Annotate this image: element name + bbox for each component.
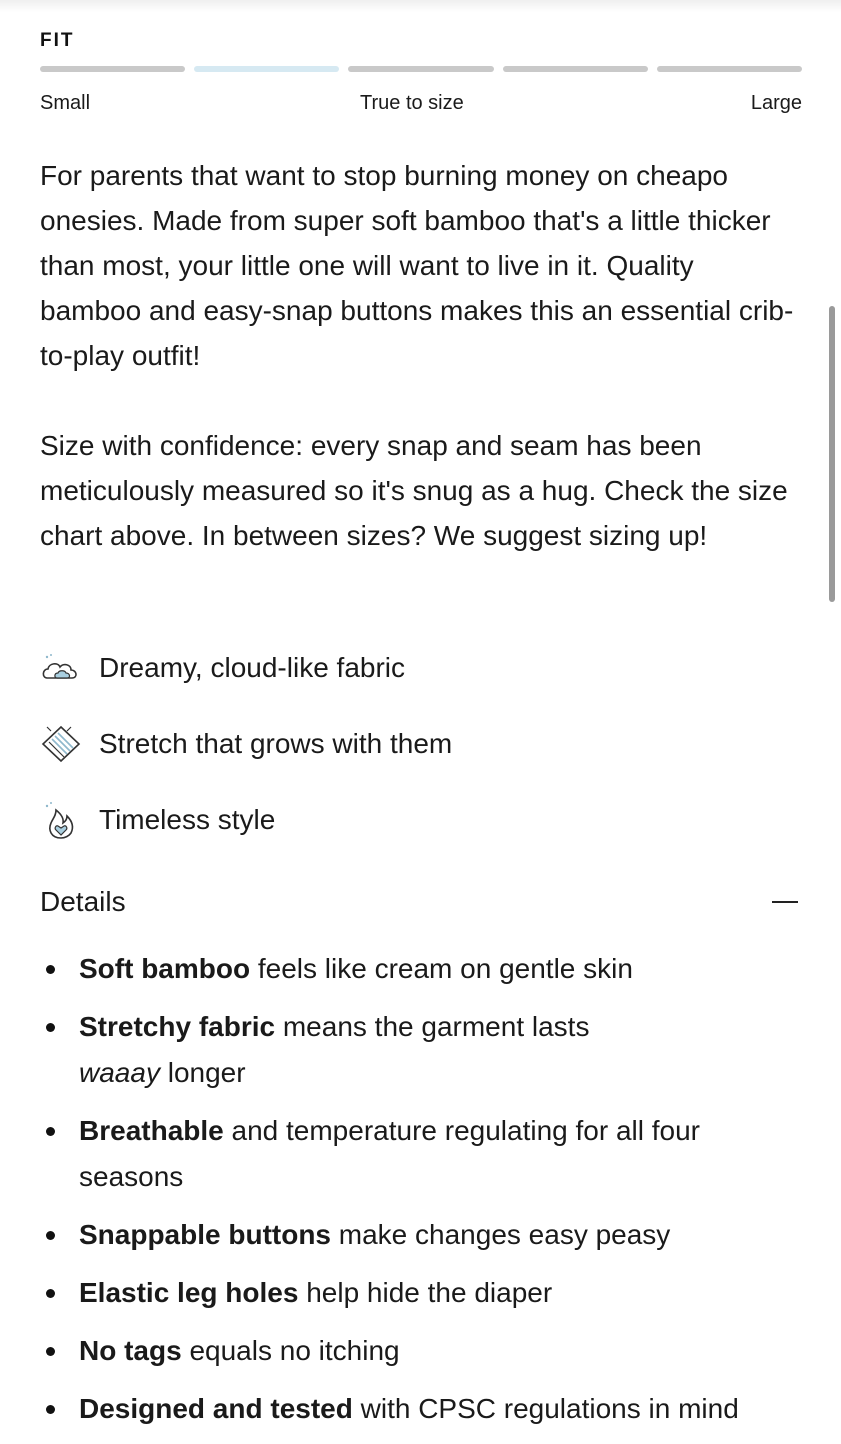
- description-paragraph: For parents that want to stop burning mo…: [40, 160, 794, 371]
- detail-bold: Soft bamboo: [79, 953, 251, 984]
- feature-text: Stretch that grows with them: [99, 728, 453, 759]
- feature-item: Timeless style: [40, 782, 802, 858]
- detail-text: longer: [159, 1057, 246, 1088]
- details-accordion-header[interactable]: Details: [40, 880, 802, 924]
- detail-bold: Designed and tested: [79, 1393, 353, 1424]
- cloud-icon: [40, 647, 82, 689]
- detail-text: help hide the diaper: [298, 1277, 553, 1308]
- top-edge-shadow: [0, 0, 841, 12]
- detail-text: make changes easy peasy: [331, 1219, 671, 1250]
- feature-text: Dreamy, cloud-like fabric: [99, 652, 406, 683]
- details-title: Details: [40, 886, 126, 917]
- list-item: Snappable buttons make changes easy peas…: [40, 1212, 802, 1258]
- fit-scale-large: Large: [750, 92, 802, 114]
- minus-icon[interactable]: [772, 901, 798, 903]
- list-item: Soft bamboo feels like cream on gentle s…: [40, 946, 802, 992]
- detail-bold: Elastic leg holes: [79, 1277, 299, 1308]
- fit-label: FIT: [40, 30, 75, 51]
- detail-bold: Breathable: [79, 1115, 224, 1146]
- fit-scale-true-to-size: True to size: [360, 92, 464, 114]
- detail-bold: No tags: [79, 1335, 182, 1366]
- feature-item: Stretch that grows with them: [40, 706, 802, 782]
- list-item: Stretchy fabric means the garment lasts …: [40, 1004, 802, 1096]
- list-item: No tags equals no itching: [40, 1328, 802, 1374]
- detail-bold: Snappable buttons: [79, 1219, 331, 1250]
- detail-bold: Stretchy fabric: [79, 1011, 276, 1042]
- flame-heart-icon: [40, 799, 82, 841]
- list-item: Designed and tested with CPSC regulation…: [40, 1386, 802, 1432]
- detail-italic: waaay: [79, 1057, 160, 1088]
- fit-meter: [40, 66, 803, 72]
- fit-segment: [502, 66, 648, 72]
- detail-text: feels like cream on gentle skin: [250, 953, 633, 984]
- vertical-scrollbar[interactable]: [829, 306, 835, 602]
- details-list: Soft bamboo feels like cream on gentle s…: [40, 946, 802, 1444]
- fit-segment: [40, 66, 186, 72]
- list-item: Elastic leg holes help hide the diaper: [40, 1270, 802, 1316]
- product-description: For parents that want to stop burning mo…: [40, 153, 802, 558]
- fit-scale-small: Small: [40, 92, 91, 114]
- feature-list: Dreamy, cloud-like fabric Stretch that g…: [40, 630, 802, 858]
- feature-text: Timeless style: [99, 804, 276, 835]
- detail-text: equals no itching: [181, 1335, 400, 1366]
- feature-item: Dreamy, cloud-like fabric: [40, 630, 802, 706]
- fit-segment: [656, 66, 803, 72]
- stretch-fabric-icon: [40, 723, 82, 765]
- detail-text: with CPSC regulations in mind: [352, 1393, 739, 1424]
- detail-text: means the garment lasts: [275, 1011, 590, 1042]
- fit-segment-active: [194, 66, 340, 72]
- fit-segment: [348, 66, 494, 72]
- description-paragraph: Size with confidence: every snap and sea…: [40, 430, 788, 551]
- list-item: Breathable and temperature regulating fo…: [40, 1108, 802, 1200]
